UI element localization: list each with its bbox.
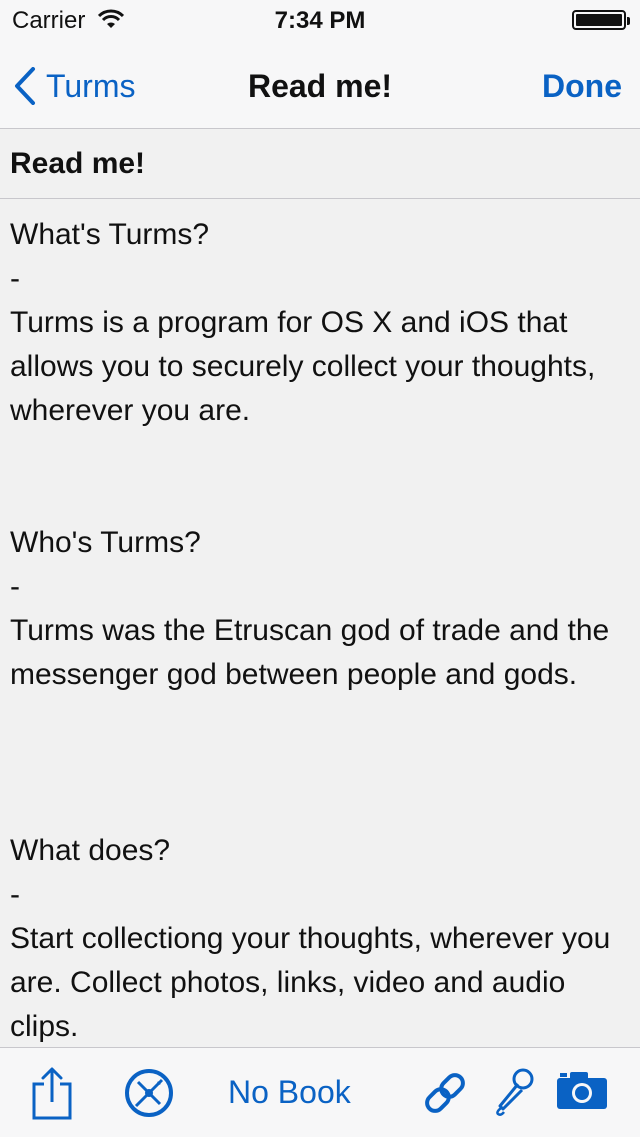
section-separator: - bbox=[10, 262, 20, 295]
section-body: Turms is a program for OS X and iOS that… bbox=[10, 306, 596, 427]
section-separator: - bbox=[10, 570, 20, 603]
clock: 7:34 PM bbox=[274, 7, 366, 34]
section-heading: What does? bbox=[10, 834, 171, 867]
section-heading: Who's Turms? bbox=[10, 526, 201, 559]
document-section: What's Turms? - Turms is a program for O… bbox=[10, 213, 630, 433]
share-icon bbox=[32, 1067, 72, 1120]
bottom-toolbar: No Book bbox=[0, 1047, 640, 1137]
status-bar: Carrier 7:34 PM bbox=[0, 0, 640, 40]
section-body: Start collectiong your thoughts, whereve… bbox=[10, 922, 611, 1043]
navigation-bar: Turms Read me! Done bbox=[0, 40, 640, 129]
share-button[interactable] bbox=[30, 1066, 74, 1125]
microphone-icon bbox=[496, 1068, 534, 1116]
camera-icon bbox=[557, 1072, 607, 1109]
book-selector-button[interactable]: No Book bbox=[228, 1074, 351, 1111]
compass-button[interactable] bbox=[124, 1068, 174, 1123]
document-title[interactable]: Read me! bbox=[10, 147, 145, 181]
document-section: Who's Turms? - Turms was the Etruscan go… bbox=[10, 521, 630, 697]
chevron-left-icon bbox=[15, 67, 35, 105]
document-title-bar: Read me! bbox=[0, 129, 640, 199]
back-button[interactable]: Turms bbox=[14, 64, 135, 108]
microphone-button[interactable] bbox=[492, 1068, 534, 1121]
done-button[interactable]: Done bbox=[542, 68, 622, 105]
link-icon bbox=[425, 1073, 465, 1113]
camera-button[interactable] bbox=[556, 1070, 608, 1115]
section-body: Turms was the Etruscan god of trade and … bbox=[10, 614, 610, 691]
document-section: What does? - Start collectiong your thou… bbox=[10, 829, 630, 1047]
document-body[interactable]: What's Turms? - Turms is a program for O… bbox=[0, 199, 640, 1047]
back-button-label: Turms bbox=[46, 67, 136, 104]
battery-icon bbox=[572, 10, 630, 30]
section-separator: - bbox=[10, 878, 20, 911]
section-heading: What's Turms? bbox=[10, 218, 210, 251]
link-button[interactable] bbox=[422, 1070, 468, 1121]
compass-icon bbox=[125, 1069, 173, 1117]
